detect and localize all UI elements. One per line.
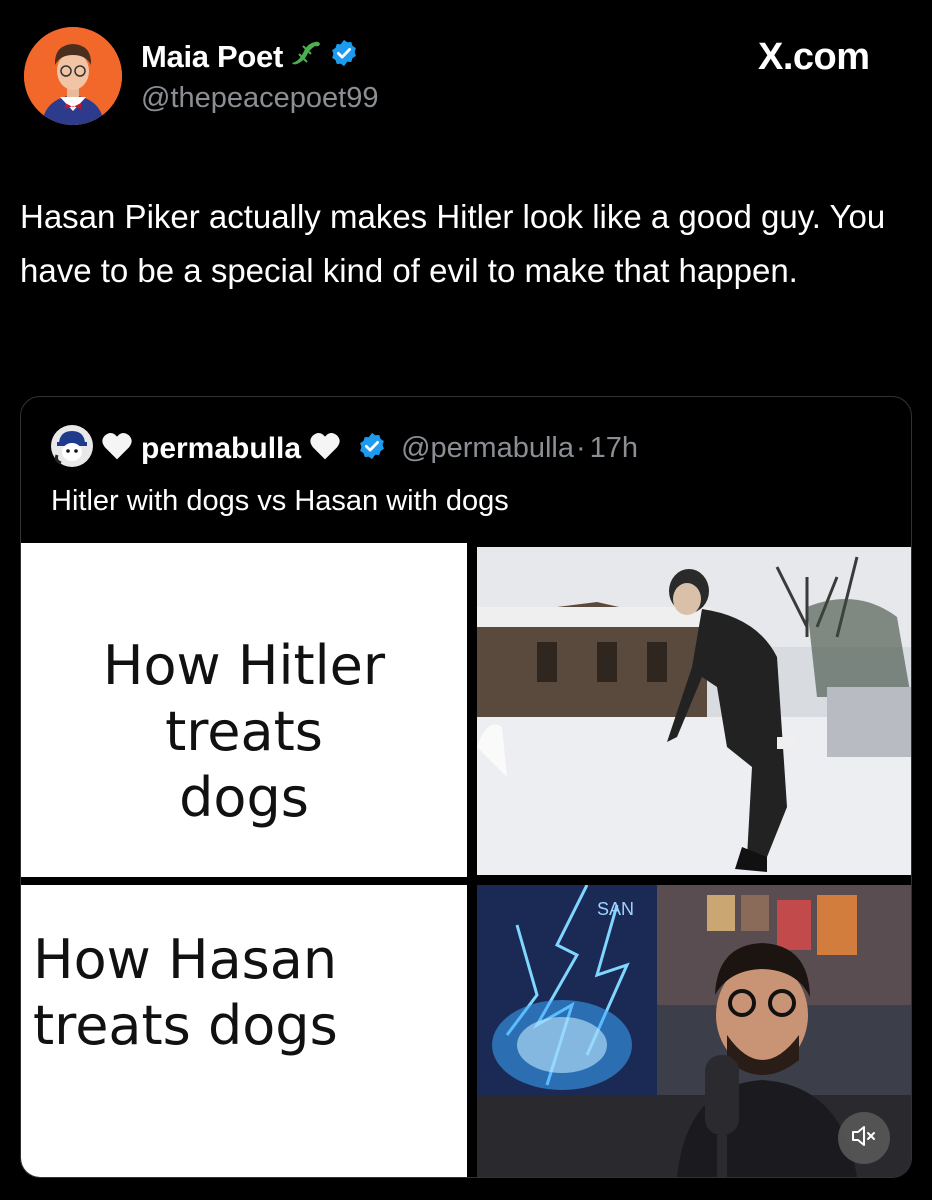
x-logo-text: X.com [758, 36, 870, 78]
quoted-header: permabulla @permabulla · 17h [51, 425, 638, 472]
bottom-caption-line: How Hasan [33, 928, 338, 991]
quoted-text: Hitler with dogs vs Hasan with dogs [51, 485, 509, 517]
top-caption-panel: How Hitler treats dogs [21, 543, 467, 877]
lizard-icon [289, 38, 323, 76]
quoted-display-name[interactable]: permabulla [141, 432, 301, 466]
hitler-dog-photo [477, 547, 911, 875]
speaker-muted-icon [850, 1124, 878, 1153]
quoted-tweet-card[interactable]: permabulla @permabulla · 17h Hitler with… [20, 396, 912, 1178]
author-handle[interactable]: @thepeacepoet99 [141, 82, 378, 115]
bottom-caption-line: treats dogs [33, 994, 338, 1057]
top-caption: How Hitler treats dogs [21, 633, 467, 831]
quoted-avatar[interactable] [51, 425, 93, 472]
top-caption-line: dogs [179, 766, 309, 829]
verified-badge-icon [329, 38, 359, 76]
top-caption-line: treats [165, 700, 323, 763]
author-display-name[interactable]: Maia Poet [141, 39, 283, 75]
stream-sign-text: SAN [597, 899, 634, 919]
quoted-time[interactable]: 17h [590, 432, 638, 465]
verified-badge-icon [357, 431, 387, 466]
top-caption-line: How Hitler [102, 634, 386, 697]
quoted-separator: · [575, 432, 586, 464]
white-heart-icon [309, 431, 341, 466]
white-heart-icon [101, 431, 133, 466]
author-name-row[interactable]: Maia Poet [141, 38, 359, 76]
meme-image[interactable]: How Hitler treats dogs How Hasan treats … [21, 543, 911, 1177]
quoted-handle[interactable]: @permabulla [401, 432, 574, 465]
bottom-caption-panel: How Hasan treats dogs [21, 885, 467, 1177]
tweet-text: Hasan Piker actually makes Hitler look l… [20, 198, 886, 289]
bottom-caption: How Hasan treats dogs [33, 927, 338, 1059]
author-avatar[interactable] [24, 27, 122, 125]
mute-button[interactable] [838, 1112, 890, 1164]
